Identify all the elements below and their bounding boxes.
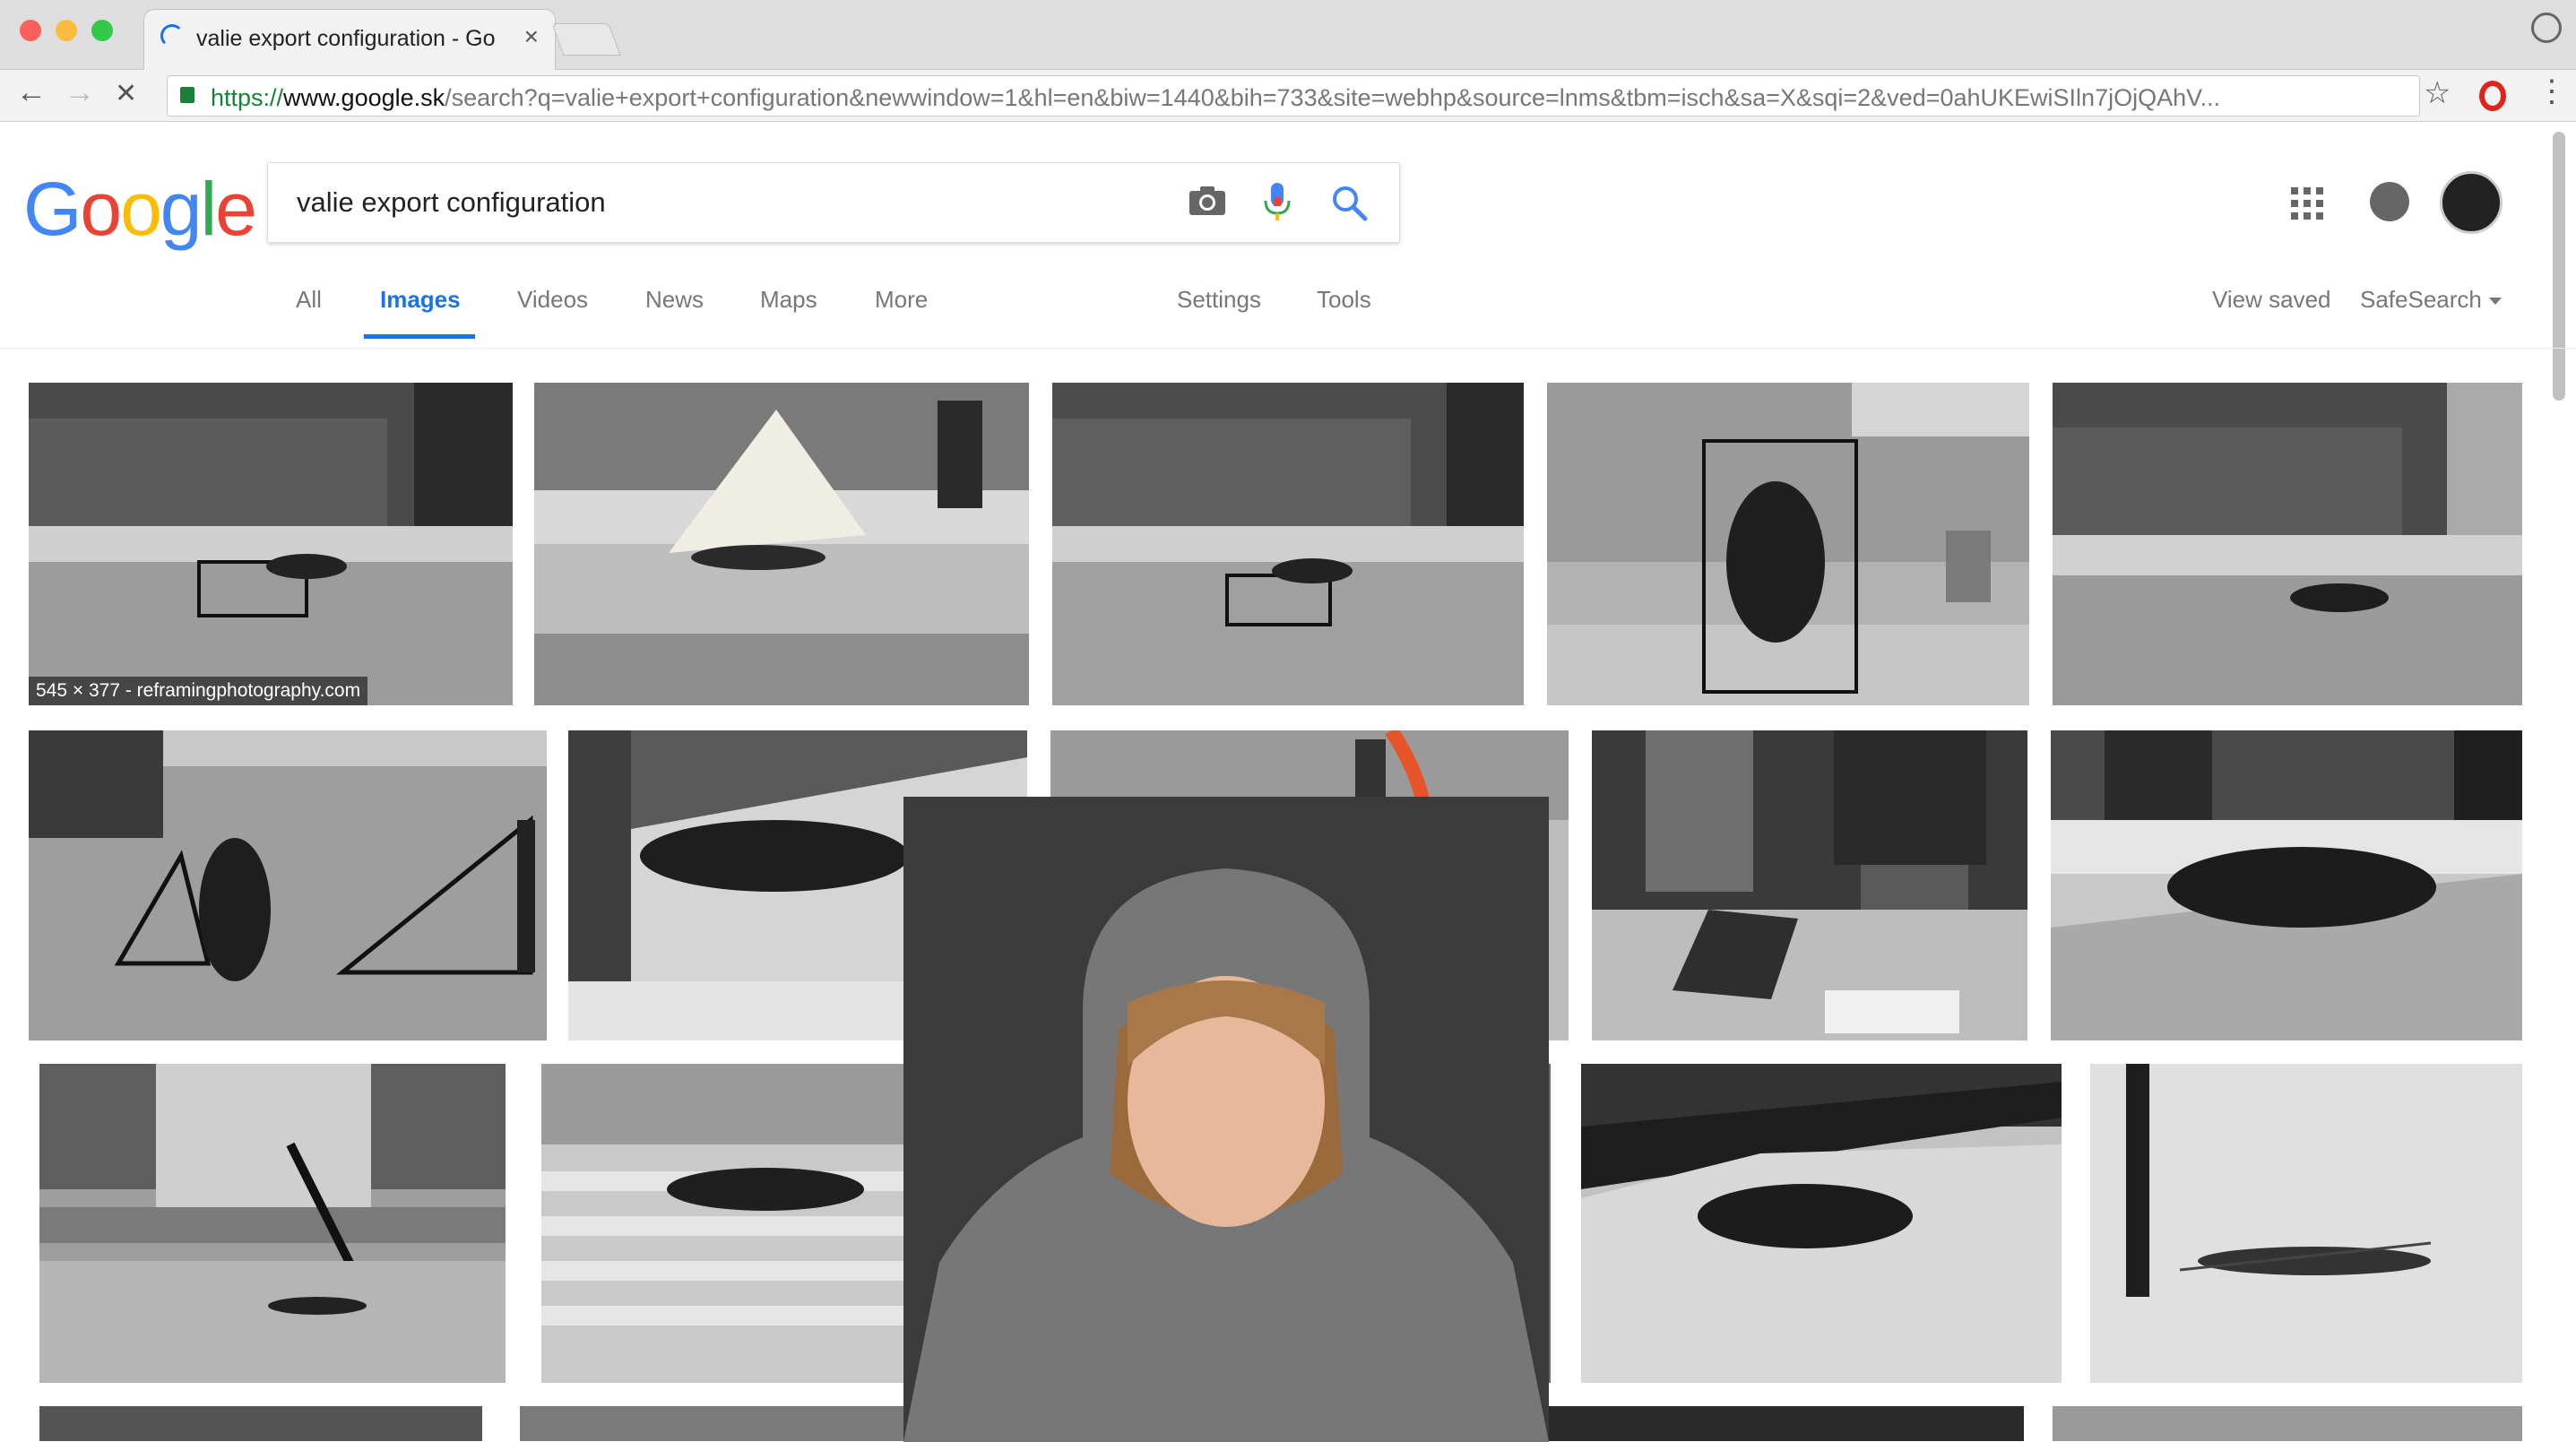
browser-tab-strip: valie export configuration - Go × [0,0,2576,70]
account-avatar[interactable] [2440,171,2503,234]
google-logo[interactable]: Google [23,166,257,253]
address-bar[interactable]: https://www.google.sk/search?q=valie+exp… [167,75,2420,117]
image-result[interactable] [2090,1064,2522,1383]
safesearch-dropdown[interactable]: SafeSearch [2360,286,2502,314]
stop-loading-button[interactable]: ✕ [115,78,137,109]
browser-profile-icon[interactable] [2531,13,2562,43]
back-button[interactable]: ← [16,75,47,110]
bw-photo-wall-plaque [1592,730,2027,1040]
browser-tab[interactable]: valie export configuration - Go × [143,9,556,70]
notifications-bell-icon[interactable] [2370,182,2409,221]
search-icon[interactable] [1329,183,1369,222]
google-images-page: Google All Images Videos News Map [0,123,2576,1442]
tab-all[interactable]: All [296,286,322,314]
safesearch-label: SafeSearch [2360,286,2482,313]
bw-photo-curled-ledge [2051,730,2522,1040]
tab-images[interactable]: Images [380,286,461,314]
page-scrollbar[interactable] [2553,132,2565,401]
opera-extension-icon[interactable] [2479,81,2506,111]
camera-icon[interactable] [1188,185,1227,217]
active-tab-indicator [364,334,475,339]
url-text: https://www.google.sk/search?q=valie+exp… [211,84,2380,112]
image-caption: 545 × 377 - reframingphotography.com [29,677,368,705]
bw-photo-building-corner [1052,383,1524,705]
image-result[interactable] [2051,730,2522,1040]
image-result[interactable] [534,383,1029,705]
bw-photo-crouching-frame [1547,383,2029,705]
image-result[interactable] [39,1406,482,1441]
url-path: /search?q=valie+export+configuration&new… [445,84,2221,111]
logo-letter: G [23,167,82,251]
tab-maps[interactable]: Maps [760,286,817,314]
lock-icon [180,87,194,103]
new-tab-button[interactable] [551,23,621,56]
image-result[interactable] [39,1064,506,1383]
search-input[interactable] [297,183,1157,222]
image-result[interactable] [1592,730,2027,1040]
minimize-window-button[interactable] [56,20,77,41]
close-window-button[interactable] [20,20,41,41]
image-result[interactable] [2053,383,2522,705]
image-result[interactable] [1547,383,2029,705]
logo-letter: e [215,167,257,251]
tab-close-icon[interactable]: × [524,22,539,51]
logo-letter: o [80,167,122,251]
tab-tools[interactable]: Tools [1317,286,1371,314]
tab-title: valie export configuration - Go [196,26,496,51]
bw-photo-building-lean [2053,383,2522,705]
tab-more[interactable]: More [875,286,928,314]
logo-letter: o [120,167,162,251]
maximize-window-button[interactable] [91,20,113,41]
bw-photo-triangle-wall [534,383,1029,705]
presenter-hooded-portrait [903,797,1549,1442]
bw-photo-lamppost [2090,1064,2522,1383]
microphone-icon[interactable] [1259,181,1295,224]
tab-videos[interactable]: Videos [517,286,588,314]
image-result[interactable] [29,730,547,1040]
loading-spinner-icon [160,24,184,47]
url-host: www.google.sk [283,84,445,111]
image-result[interactable]: 545 × 377 - reframingphotography.com [29,383,513,705]
webcam-overlay [903,797,1549,1442]
tab-news[interactable]: News [645,286,704,314]
chevron-down-icon [2488,298,2502,306]
view-saved-link[interactable]: View saved [2212,286,2331,314]
logo-letter: g [160,167,203,251]
apps-grid-icon[interactable] [2291,187,2323,220]
image-result[interactable] [1581,1064,2062,1383]
forward-button[interactable]: → [65,75,95,110]
url-scheme: https:// [211,84,284,111]
image-result[interactable] [1533,1406,2024,1441]
image-result[interactable] [1052,383,1524,705]
tab-settings[interactable]: Settings [1177,286,1261,314]
browser-menu-icon[interactable]: ⋮ [2537,73,2567,109]
bw-photo-building-bench [29,383,513,705]
bw-photo-triangle-pavement [29,730,547,1040]
logo-letter: l [200,167,218,251]
search-nav-tabs: All Images Videos News Maps More Setting… [0,273,2576,349]
search-box [267,162,1400,243]
bw-photo-railing-kneel [1581,1064,2062,1383]
bw-photo-fountain-steps [39,1064,506,1383]
bookmark-star-icon[interactable]: ☆ [2424,75,2451,111]
browser-toolbar: ← → ✕ https://www.google.sk/search?q=val… [0,70,2576,122]
image-result[interactable] [2053,1406,2522,1441]
